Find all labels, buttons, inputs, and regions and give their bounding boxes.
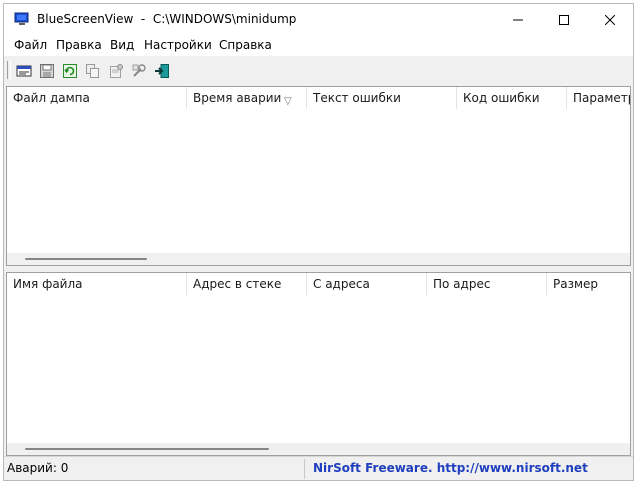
column-size[interactable]: Размер [547, 273, 630, 295]
save-button[interactable] [38, 62, 56, 80]
column-file-name[interactable]: Имя файла [7, 273, 187, 295]
column-from-address[interactable]: С адреса [307, 273, 427, 295]
title-bar[interactable]: BlueScreenView - C:\WINDOWS\minidump [4, 4, 633, 35]
copy-button[interactable] [84, 62, 102, 80]
column-to-address[interactable]: По адрес [427, 273, 547, 295]
maximize-button[interactable] [541, 4, 587, 35]
exit-button[interactable] [153, 62, 171, 80]
html-report-button[interactable] [15, 62, 33, 80]
column-parameter[interactable]: Параметр [567, 87, 630, 109]
crash-count: Аварий: 0 [7, 461, 69, 475]
copy-icon [86, 64, 99, 78]
refresh-icon [63, 64, 77, 78]
close-icon [605, 14, 615, 25]
scrollbar-thumb[interactable] [25, 448, 269, 450]
crash-list-header: Файл дампа Время аварии ▽ Текст ошибки К… [7, 87, 630, 109]
driver-list-table[interactable]: Имя файла Адрес в стеке С адреса По адре… [6, 272, 631, 456]
main-window: BlueScreenView - C:\WINDOWS\minidump Фай… [3, 3, 634, 481]
menu-view[interactable]: Вид [110, 38, 134, 52]
html-report-icon [16, 65, 32, 77]
toolbar-grip [7, 61, 11, 79]
column-stack-address[interactable]: Адрес в стеке [187, 273, 307, 295]
minimize-icon [513, 19, 523, 20]
close-button[interactable] [587, 4, 633, 35]
app-icon [14, 12, 29, 25]
minimize-button[interactable] [495, 4, 541, 35]
nirsoft-link[interactable]: NirSoft Freeware. http://www.nirsoft.net [313, 461, 588, 475]
status-divider [304, 459, 305, 479]
maximize-icon [559, 14, 569, 25]
advanced-options-button[interactable] [130, 62, 148, 80]
menu-file[interactable]: Файл [14, 38, 47, 52]
driver-list-header: Имя файла Адрес в стеке С адреса По адре… [7, 273, 630, 295]
save-icon [40, 64, 54, 78]
menu-bar: Файл Правка Вид Настройки Справка [4, 35, 633, 57]
driver-list-horizontal-scrollbar[interactable] [7, 443, 630, 455]
exit-icon [155, 64, 169, 78]
scrollbar-thumb[interactable] [25, 258, 147, 260]
menu-options[interactable]: Настройки [144, 38, 212, 52]
menu-help[interactable]: Справка [219, 38, 272, 52]
window-title: BlueScreenView - C:\WINDOWS\minidump [37, 12, 297, 26]
column-error-text[interactable]: Текст ошибки [307, 87, 457, 109]
sort-descending-icon: ▽ [284, 96, 292, 107]
toolbar [4, 56, 633, 85]
properties-button[interactable] [107, 62, 125, 80]
refresh-button[interactable] [61, 62, 79, 80]
menu-edit[interactable]: Правка [56, 38, 102, 52]
crash-list-table[interactable]: Файл дампа Время аварии ▽ Текст ошибки К… [6, 86, 631, 266]
column-crash-time[interactable]: Время аварии ▽ [187, 87, 307, 109]
column-dump-file[interactable]: Файл дампа [7, 87, 187, 109]
column-error-code[interactable]: Код ошибки [457, 87, 567, 109]
properties-icon [110, 64, 123, 78]
status-bar: Аварий: 0 NirSoft Freeware. http://www.n… [4, 456, 633, 480]
column-crash-time-label: Время аварии [193, 91, 282, 105]
crash-list-horizontal-scrollbar[interactable] [7, 253, 630, 265]
advanced-options-icon [132, 64, 146, 77]
